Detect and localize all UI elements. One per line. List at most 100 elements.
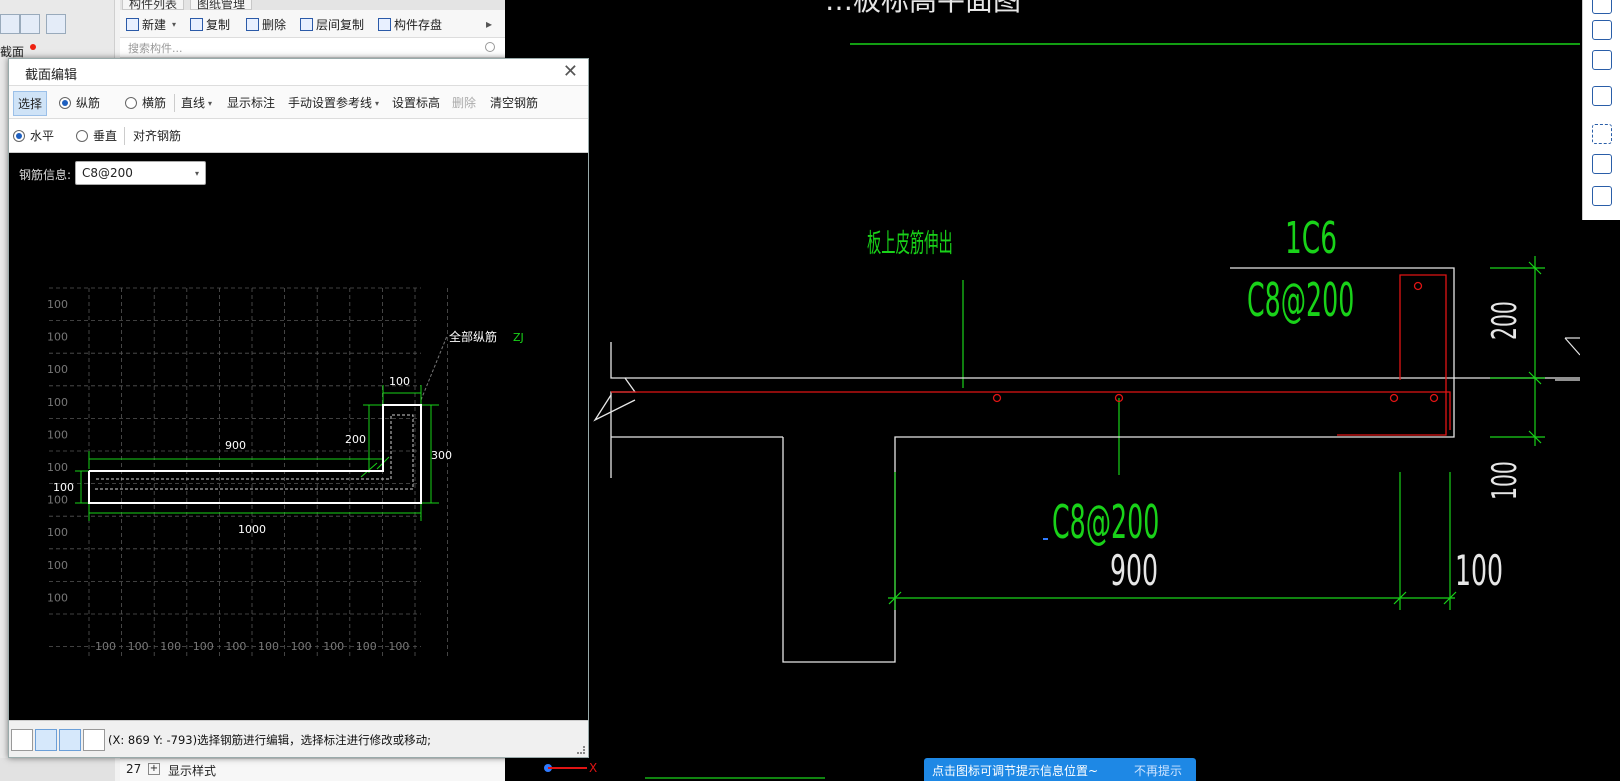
manual-reference-dropdown[interactable]: 手动设置参考线 ▾: [288, 94, 379, 111]
save-component-button[interactable]: 构件存盘: [378, 15, 442, 33]
ucs-x-label: X: [589, 761, 597, 775]
grid-label-bottom: 100: [291, 640, 312, 653]
edit-toolbar: 选择 纵筋 横筋 直线 ▾ 显示标注 手动设置参考线 ▾ 设置标高 删除 清空钢筋: [9, 85, 588, 119]
cad-drawing-area[interactable]: …板标高平面图 板上皮筋伸出 1C6 C8@200 C8@200 900 100…: [505, 0, 1620, 781]
dim-200-right: 200: [1484, 301, 1524, 340]
grid-label-left: 100: [47, 559, 68, 572]
dont-show-again-link[interactable]: 不再提示: [1134, 762, 1182, 779]
dim-100-right: 100: [1484, 461, 1524, 500]
delete-button[interactable]: 删除: [246, 15, 286, 33]
cube-icon[interactable]: [1592, 50, 1612, 70]
vertical-label: 垂直: [93, 129, 118, 143]
transverse-label: 横筋: [142, 96, 167, 110]
search-icon[interactable]: [485, 42, 495, 52]
view-3d-box-icon[interactable]: [1592, 20, 1612, 40]
new-icon: [126, 17, 139, 31]
set-elevation-button[interactable]: 设置标高: [392, 94, 440, 111]
detail-list-icon[interactable]: [46, 14, 66, 34]
component-toolbar: 新建 ▾ 复制 删除 层间复制 构件存盘 ▸: [120, 10, 505, 38]
reference-grid: [49, 287, 449, 658]
label-1c6: 1C6: [1285, 212, 1337, 264]
list-item[interactable]: 27 + 显示样式: [120, 758, 505, 781]
close-icon[interactable]: ✕: [563, 61, 578, 82]
dim-top-100: 100: [389, 375, 410, 388]
hint-text[interactable]: 点击图标可调节提示信息位置~: [932, 762, 1098, 779]
corner-snap-icon[interactable]: [11, 729, 33, 751]
floor-copy-button[interactable]: 层间复制: [300, 15, 364, 33]
expand-icon[interactable]: +: [148, 763, 160, 775]
grid-label-bottom: 100: [128, 640, 149, 653]
tab-drawing-management[interactable]: 图纸管理: [190, 0, 253, 11]
grid-label-left: 100: [47, 428, 68, 441]
dim-200: 200: [345, 433, 366, 446]
grid-label-bottom: 100: [356, 640, 377, 653]
view-mode-icons: [0, 10, 110, 38]
perpendicular-icon[interactable]: [59, 729, 81, 751]
select-button[interactable]: 选择: [13, 91, 48, 116]
grid-label-bottom: 100: [160, 640, 181, 653]
grid-labels: 100 100 100 100 100 100 100 100 100 100 100 100 100 1…: [47, 298, 409, 653]
delete-button[interactable]: 删除: [452, 94, 476, 111]
grid-label-left: 100: [47, 461, 68, 474]
cad-canvas[interactable]: …板标高平面图 板上皮筋伸出 1C6 C8@200 C8@200 900 100…: [505, 0, 1620, 781]
horizontal-radio[interactable]: 水平: [13, 127, 54, 144]
radio-unchecked-icon: [125, 97, 137, 109]
line-draw-icon[interactable]: [35, 729, 57, 751]
note-board-rebar: 板上皮筋伸出: [867, 228, 953, 258]
save-icon: [378, 17, 391, 31]
toolbar-divider: [174, 94, 175, 112]
grid-label-left: 100: [47, 331, 68, 344]
clear-rebar-button[interactable]: 清空钢筋: [490, 94, 538, 111]
search-input[interactable]: 搜索构件...: [128, 40, 183, 56]
grid-label-left: 100: [47, 298, 68, 311]
tab-component-list[interactable]: 构件列表: [122, 0, 185, 11]
dim-left-100: 100: [53, 481, 74, 494]
add-point-icon[interactable]: [83, 729, 105, 751]
zj-label[interactable]: ZJ: [513, 331, 524, 344]
line-label: 直线: [181, 96, 206, 110]
copy-button[interactable]: 复制: [190, 15, 230, 33]
section-outline: [88, 404, 422, 504]
grid-label-left: 100: [47, 363, 68, 376]
section-drawing[interactable]: 100 100 100 100 100 100 100 100 100 100 100 100 100 1…: [9, 153, 588, 720]
radio-unchecked-icon: [76, 130, 88, 142]
align-rebar-button[interactable]: 对齐钢筋: [133, 127, 181, 144]
layer-icon[interactable]: [1592, 154, 1612, 174]
all-longitudinal-label[interactable]: 全部纵筋: [449, 329, 497, 344]
view-toolbar: [1582, 0, 1620, 220]
component-search[interactable]: 搜索构件...: [120, 38, 505, 58]
show-dimension-button[interactable]: 显示标注: [227, 94, 275, 111]
label-c8-top: C8@200: [1247, 274, 1354, 327]
line-dropdown[interactable]: 直线 ▾: [181, 94, 212, 111]
longitudinal-radio[interactable]: 纵筋: [59, 94, 100, 111]
resize-grip-icon[interactable]: [577, 746, 585, 754]
grid-label-bottom: 100: [388, 640, 409, 653]
label-c8-bottom: C8@200: [1052, 496, 1159, 549]
grid-label-bottom: 100: [193, 640, 214, 653]
add-icon[interactable]: [0, 14, 20, 34]
notification-dot: [30, 44, 36, 50]
longitudinal-rebar[interactable]: [95, 414, 414, 490]
slab-outline: [593, 267, 1620, 663]
grid-label-bottom: 100: [225, 640, 246, 653]
new-button[interactable]: 新建 ▾: [126, 15, 176, 33]
dim-300: 300: [431, 449, 452, 462]
grid-label-bottom: 100: [323, 640, 344, 653]
more-icon[interactable]: ▸: [486, 15, 492, 33]
grid-label-bottom: 100: [95, 640, 116, 653]
fullscreen-icon[interactable]: [1592, 124, 1612, 144]
manual-reference-label: 手动设置参考线: [288, 96, 373, 110]
section-canvas[interactable]: 钢筋信息: C8@200 ▾ 100 100 100 100 100 100 100 100 1…: [9, 153, 588, 720]
vertical-radio[interactable]: 垂直: [76, 127, 117, 144]
properties-view-icon[interactable]: [1592, 186, 1612, 206]
dialog-status-bar: (X: 869 Y: -793)选择钢筋进行编辑，选择标注进行修改或移动;: [9, 720, 588, 757]
solid-cube-icon[interactable]: [1592, 86, 1612, 106]
floor-copy-label: 层间复制: [316, 17, 365, 32]
view-3d-icon[interactable]: [1592, 0, 1612, 14]
chevron-down-icon: ▾: [208, 99, 213, 108]
hint-bar: 点击图标可调节提示信息位置~ 不再提示: [924, 758, 1196, 781]
floor-copy-icon: [300, 17, 313, 31]
transverse-radio[interactable]: 横筋: [125, 94, 166, 111]
list-icon[interactable]: [20, 14, 40, 34]
longitudinal-label: 纵筋: [76, 96, 101, 110]
